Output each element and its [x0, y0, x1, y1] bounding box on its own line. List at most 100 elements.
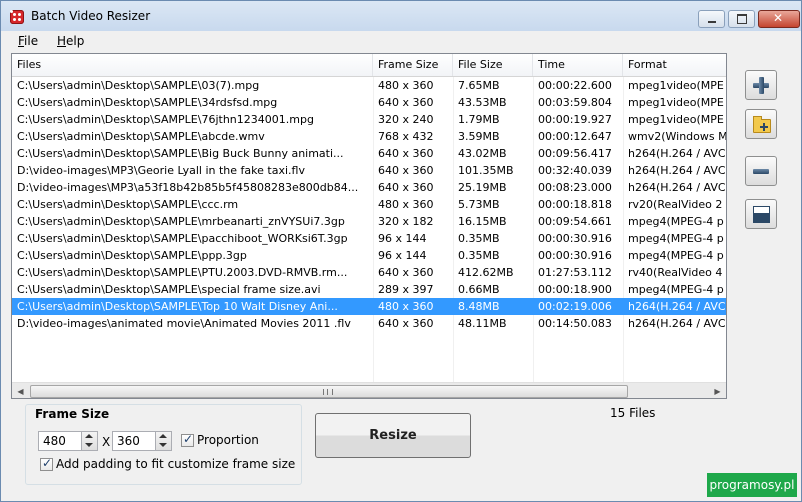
spin-up-icon[interactable]: [159, 434, 167, 438]
table-row[interactable]: C:\Users\admin\Desktop\SAMPLE\03(7).mpg 4…: [12, 77, 726, 94]
proportion-label: Proportion: [197, 433, 259, 447]
cell-frame-size: 640 x 360: [378, 181, 434, 194]
column-header-file-size[interactable]: File Size: [453, 54, 533, 76]
cell-frame-size: 480 x 360: [378, 79, 434, 92]
table-row[interactable]: C:\Users\admin\Desktop\SAMPLE\special fr…: [12, 281, 726, 298]
cell-frame-size: 640 x 360: [378, 317, 434, 330]
window-title: Batch Video Resizer: [31, 9, 151, 23]
table-row[interactable]: D:\video-images\MP3\a53f18b42b85b5f45808…: [12, 179, 726, 196]
cell-file-path: C:\Users\admin\Desktop\SAMPLE\ccc.rm: [17, 198, 239, 211]
cell-time: 00:00:30.916: [538, 232, 612, 245]
add-file-icon: [759, 77, 764, 94]
menu-help-label: elp: [66, 34, 85, 48]
cell-frame-size: 96 x 144: [378, 249, 427, 262]
cell-file-size: 7.65MB: [458, 79, 500, 92]
height-value[interactable]: 360: [117, 434, 140, 448]
cell-file-path: C:\Users\admin\Desktop\SAMPLE\Big Buck B…: [17, 147, 344, 160]
table-row[interactable]: D:\video-images\animated movie\Animated …: [12, 315, 726, 332]
table-row[interactable]: C:\Users\admin\Desktop\SAMPLE\PTU.2003.D…: [12, 264, 726, 281]
cell-format: h264(H.264 / AVC: [628, 164, 726, 177]
cell-frame-size: 640 x 360: [378, 96, 434, 109]
remove-button[interactable]: [745, 156, 777, 186]
column-header-files[interactable]: Files: [12, 54, 373, 76]
cell-format: rv40(RealVideo 4: [628, 266, 723, 279]
list-rows: C:\Users\admin\Desktop\SAMPLE\03(7).mpg 4…: [12, 77, 726, 332]
cell-file-path: C:\Users\admin\Desktop\SAMPLE\ppp.3gp: [17, 249, 247, 262]
cell-time: 00:03:59.804: [538, 96, 612, 109]
cell-file-path: C:\Users\admin\Desktop\SAMPLE\03(7).mpg: [17, 79, 260, 92]
spin-down-icon[interactable]: [85, 443, 93, 447]
dimension-separator: X: [102, 435, 111, 449]
cell-frame-size: 640 x 360: [378, 147, 434, 160]
table-row[interactable]: C:\Users\admin\Desktop\SAMPLE\mrbeanarti…: [12, 213, 726, 230]
cell-file-path: C:\Users\admin\Desktop\SAMPLE\34rdsfsd.m…: [17, 96, 278, 109]
table-row[interactable]: C:\Users\admin\Desktop\SAMPLE\abcde.wmv 7…: [12, 128, 726, 145]
column-header-format[interactable]: Format: [623, 54, 726, 76]
cell-file-path: C:\Users\admin\Desktop\SAMPLE\mrbeanarti…: [17, 215, 345, 228]
maximize-button[interactable]: [728, 10, 755, 28]
height-spinner[interactable]: 360: [112, 431, 172, 451]
add-file-button[interactable]: [745, 70, 777, 100]
cell-frame-size: 768 x 432: [378, 130, 434, 143]
column-header-time[interactable]: Time: [533, 54, 623, 76]
cell-frame-size: 480 x 360: [378, 300, 434, 313]
cell-frame-size: 320 x 240: [378, 113, 434, 126]
file-count: 15 Files: [610, 406, 656, 420]
column-header-frame-size[interactable]: Frame Size: [373, 54, 453, 76]
plus-icon: [760, 123, 768, 131]
width-value[interactable]: 480: [43, 434, 66, 448]
file-list[interactable]: Files Frame Size File Size Time Format C…: [11, 53, 727, 399]
cell-file-size: 1.79MB: [458, 113, 500, 126]
table-row[interactable]: D:\video-images\MP3\Georie Lyall in the …: [12, 162, 726, 179]
app-icon: [10, 10, 24, 24]
resize-button[interactable]: Resize: [315, 413, 471, 458]
cell-file-size: 3.59MB: [458, 130, 500, 143]
minimize-button[interactable]: [698, 10, 725, 28]
scroll-thumb[interactable]: [30, 385, 628, 398]
proportion-checkbox[interactable]: [181, 432, 194, 447]
cell-time: 00:09:54.661: [538, 215, 612, 228]
menu-help-accel: H: [57, 34, 67, 48]
table-row[interactable]: C:\Users\admin\Desktop\SAMPLE\76jthn1234…: [12, 111, 726, 128]
frame-size-title: Frame Size: [33, 407, 112, 421]
close-button[interactable]: [758, 10, 800, 28]
scroll-right-icon[interactable]: ▶: [709, 383, 726, 398]
cell-file-path: C:\Users\admin\Desktop\SAMPLE\special fr…: [17, 283, 321, 296]
cell-file-size: 43.53MB: [458, 96, 507, 109]
padding-checkbox[interactable]: [40, 456, 53, 471]
table-row[interactable]: C:\Users\admin\Desktop\SAMPLE\ccc.rm 480 …: [12, 196, 726, 213]
spin-down-icon[interactable]: [159, 443, 167, 447]
table-row[interactable]: C:\Users\admin\Desktop\SAMPLE\Top 10 Wal…: [12, 298, 726, 315]
cell-frame-size: 640 x 360: [378, 266, 434, 279]
cell-file-size: 412.62MB: [458, 266, 514, 279]
scroll-left-icon[interactable]: ◀: [12, 383, 29, 398]
horizontal-scrollbar[interactable]: ◀ ▶: [12, 382, 726, 398]
cell-time: 00:02:19.006: [538, 300, 612, 313]
cell-format: h264(H.264 / AVC: [628, 181, 726, 194]
title-bar[interactable]: Batch Video Resizer: [1, 1, 801, 32]
cell-file-path: C:\Users\admin\Desktop\SAMPLE\PTU.2003.D…: [17, 266, 348, 279]
cell-format: wmv2(Windows M: [628, 130, 726, 143]
width-spinner[interactable]: 480: [38, 431, 98, 451]
cell-format: h264(H.264 / AVC: [628, 147, 726, 160]
watermark: programosy.pl: [707, 473, 797, 497]
cell-format: rv20(RealVideo 2: [628, 198, 723, 211]
table-row[interactable]: C:\Users\admin\Desktop\SAMPLE\Big Buck B…: [12, 145, 726, 162]
cell-file-size: 16.15MB: [458, 215, 507, 228]
table-row[interactable]: C:\Users\admin\Desktop\SAMPLE\ppp.3gp 96 …: [12, 247, 726, 264]
cell-time: 00:00:18.818: [538, 198, 612, 211]
spin-up-icon[interactable]: [85, 434, 93, 438]
clear-list-button[interactable]: [745, 199, 777, 229]
menu-file[interactable]: File: [18, 34, 38, 48]
menu-help[interactable]: Help: [57, 34, 84, 48]
cell-file-size: 5.73MB: [458, 198, 500, 211]
table-row[interactable]: C:\Users\admin\Desktop\SAMPLE\34rdsfsd.m…: [12, 94, 726, 111]
add-folder-button[interactable]: [745, 109, 777, 139]
width-spin-buttons[interactable]: [81, 432, 97, 450]
cell-time: 00:32:40.039: [538, 164, 612, 177]
height-spin-buttons[interactable]: [155, 432, 171, 450]
remove-icon: [753, 169, 769, 174]
table-row[interactable]: C:\Users\admin\Desktop\SAMPLE\pacchiboot…: [12, 230, 726, 247]
cell-file-size: 8.48MB: [458, 300, 500, 313]
cell-file-size: 43.02MB: [458, 147, 507, 160]
